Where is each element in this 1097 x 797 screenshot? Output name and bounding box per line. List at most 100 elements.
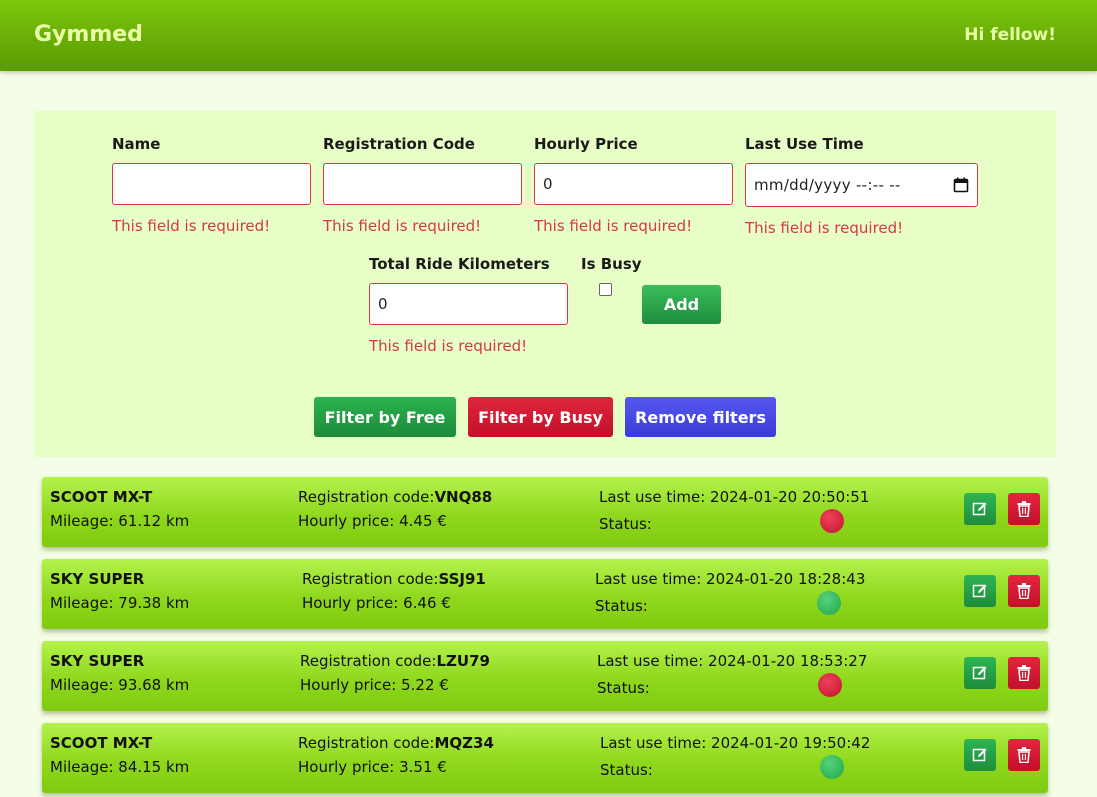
scooter-last-use: Last use time: 2024-01-20 20:50:51 (599, 488, 869, 506)
registration-code-error: This field is required! (323, 217, 482, 235)
total-km-label: Total Ride Kilometers (369, 255, 550, 273)
last-use-time-input[interactable]: mm/dd/yyyy --:-- -- (745, 163, 978, 207)
delete-button[interactable] (1008, 657, 1040, 689)
is-busy-label: Is Busy (581, 255, 642, 273)
reg-value: LZU79 (436, 652, 490, 670)
price-value: 4.45 € (399, 512, 447, 530)
trash-icon (1017, 583, 1031, 599)
filter-free-button[interactable]: Filter by Free (314, 397, 456, 437)
last-use-prefix: Last use time: (600, 734, 712, 752)
filter-busy-button[interactable]: Filter by Busy (468, 397, 613, 437)
last-use-value: 2024-01-20 18:53:27 (708, 652, 868, 670)
last-use-prefix: Last use time: (597, 652, 709, 670)
edit-button[interactable] (964, 739, 996, 771)
name-input[interactable] (112, 163, 311, 205)
mileage-prefix: Mileage: (50, 594, 119, 612)
edit-button[interactable] (964, 575, 996, 607)
status-label: Status: (595, 597, 648, 615)
price-prefix: Hourly price: (302, 594, 404, 612)
registration-code-input[interactable] (323, 163, 522, 205)
scooter-registration: Registration code:SSJ91 (302, 570, 486, 588)
edit-button[interactable] (964, 493, 996, 525)
trash-icon (1017, 747, 1031, 763)
edit-icon (972, 748, 987, 762)
hourly-price-error: This field is required! (534, 217, 693, 235)
scooter-card: SCOOT MX-T Mileage: 84.15 km Registratio… (42, 723, 1048, 793)
price-prefix: Hourly price: (298, 512, 400, 530)
last-use-prefix: Last use time: (599, 488, 711, 506)
remove-filters-button[interactable]: Remove filters (625, 397, 776, 437)
price-value: 5.22 € (401, 676, 449, 694)
trash-icon (1017, 501, 1031, 517)
scooter-name: SKY SUPER (50, 652, 145, 670)
reg-value: MQZ34 (434, 734, 494, 752)
status-indicator-free (820, 755, 844, 779)
trash-icon (1017, 665, 1031, 681)
reg-prefix: Registration code: (298, 734, 435, 752)
calendar-icon[interactable] (953, 177, 969, 193)
status-label: Status: (599, 515, 652, 533)
scooter-registration: Registration code:VNQ88 (298, 488, 492, 506)
mileage-value: 61.12 km (118, 512, 190, 530)
last-use-time-error: This field is required! (745, 219, 904, 237)
status-label: Status: (600, 761, 653, 779)
mileage-value: 79.38 km (118, 594, 190, 612)
scooter-mileage: Mileage: 61.12 km (50, 512, 189, 530)
navbar: Gymmed Hi fellow! (0, 0, 1097, 71)
reg-prefix: Registration code: (298, 488, 435, 506)
status-indicator-busy (818, 673, 842, 697)
price-prefix: Hourly price: (298, 758, 400, 776)
scooter-mileage: Mileage: 93.68 km (50, 676, 189, 694)
scooter-mileage: Mileage: 79.38 km (50, 594, 189, 612)
scooter-last-use: Last use time: 2024-01-20 18:53:27 (597, 652, 867, 670)
scooter-price: Hourly price: 5.22 € (300, 676, 449, 694)
status-indicator-free (817, 591, 841, 615)
is-busy-checkbox[interactable] (599, 283, 612, 296)
delete-button[interactable] (1008, 739, 1040, 771)
delete-button[interactable] (1008, 575, 1040, 607)
name-label: Name (112, 135, 161, 153)
scooter-card: SKY SUPER Mileage: 93.68 km Registration… (42, 641, 1048, 711)
last-use-value: 2024-01-20 20:50:51 (710, 488, 870, 506)
price-value: 3.51 € (399, 758, 447, 776)
edit-icon (972, 666, 987, 680)
mileage-prefix: Mileage: (50, 676, 119, 694)
reg-value: SSJ91 (438, 570, 486, 588)
scooter-name: SCOOT MX-T (50, 734, 153, 752)
scooter-card: SKY SUPER Mileage: 79.38 km Registration… (42, 559, 1048, 629)
scooter-last-use: Last use time: 2024-01-20 19:50:42 (600, 734, 870, 752)
price-value: 6.46 € (403, 594, 451, 612)
last-use-time-label: Last Use Time (745, 135, 864, 153)
total-km-input[interactable]: 0 (369, 283, 568, 325)
delete-button[interactable] (1008, 493, 1040, 525)
last-use-value: 2024-01-20 19:50:42 (711, 734, 871, 752)
brand-logo[interactable]: Gymmed (34, 22, 143, 47)
hourly-price-input[interactable]: 0 (534, 163, 733, 205)
registration-code-label: Registration Code (323, 135, 475, 153)
scooter-registration: Registration code:MQZ34 (298, 734, 494, 752)
name-error: This field is required! (112, 217, 271, 235)
add-button[interactable]: Add (642, 285, 721, 324)
total-km-error: This field is required! (369, 337, 528, 355)
reg-prefix: Registration code: (300, 652, 437, 670)
reg-prefix: Registration code: (302, 570, 439, 588)
scooter-name: SCOOT MX-T (50, 488, 153, 506)
mileage-value: 84.15 km (118, 758, 190, 776)
hourly-price-label: Hourly Price (534, 135, 638, 153)
scooter-form: Name This field is required! Registratio… (34, 111, 1056, 457)
reg-value: VNQ88 (434, 488, 493, 506)
scooter-price: Hourly price: 4.45 € (298, 512, 447, 530)
status-indicator-busy (820, 509, 844, 533)
mileage-prefix: Mileage: (50, 758, 119, 776)
mileage-value: 93.68 km (118, 676, 190, 694)
scooter-mileage: Mileage: 84.15 km (50, 758, 189, 776)
last-use-prefix: Last use time: (595, 570, 707, 588)
scooter-price: Hourly price: 6.46 € (302, 594, 451, 612)
last-use-value: 2024-01-20 18:28:43 (706, 570, 866, 588)
edit-button[interactable] (964, 657, 996, 689)
date-placeholder: mm/dd/yyyy --:-- -- (754, 176, 901, 194)
greeting-text: Hi fellow! (964, 25, 1056, 45)
scooter-name: SKY SUPER (50, 570, 145, 588)
mileage-prefix: Mileage: (50, 512, 119, 530)
edit-icon (972, 502, 987, 516)
